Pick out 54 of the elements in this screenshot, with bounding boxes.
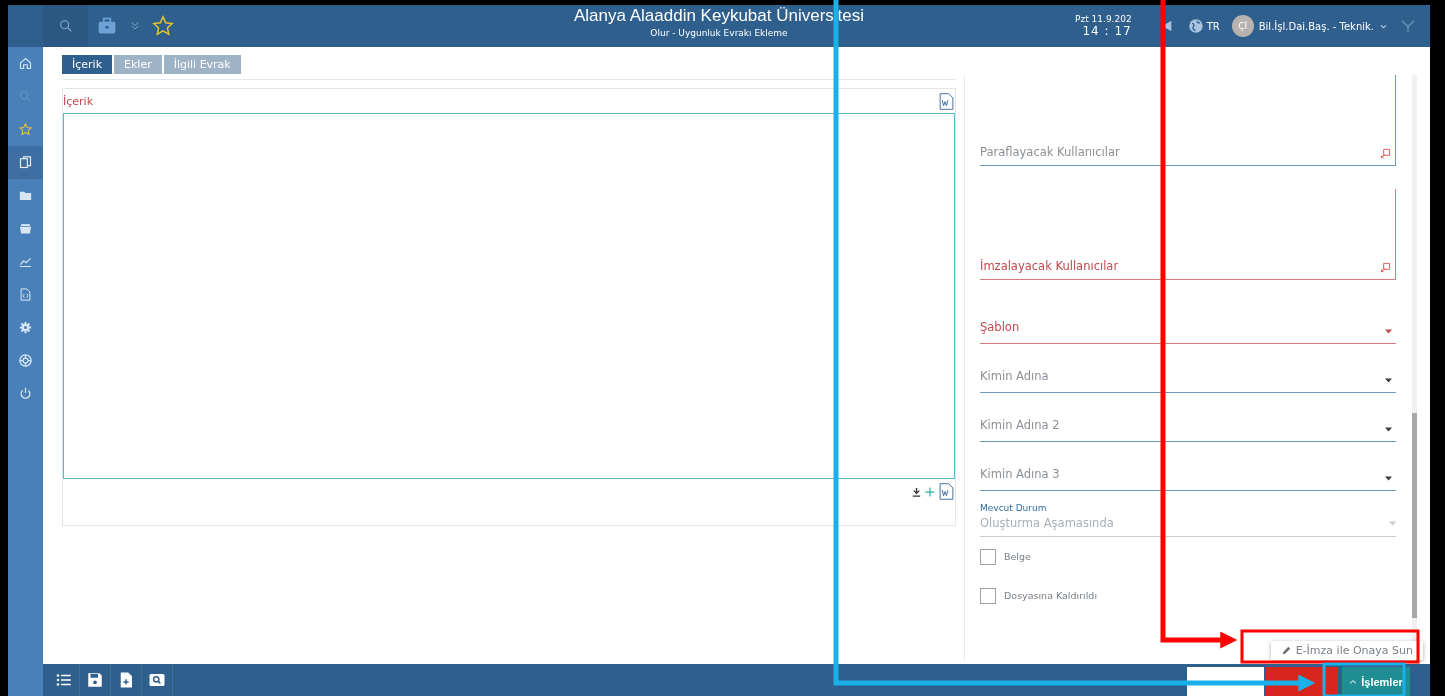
settings-icon[interactable] [18,320,33,335]
dropdown-caret-icon[interactable] [1385,329,1392,334]
star-icon[interactable] [152,15,174,37]
lifebuoy-icon[interactable] [18,353,33,368]
menu-item[interactable]: E-İmza ile Onaya Sun [1270,641,1423,660]
user-list-field[interactable]: Paraflayacak Kullanıcılar [980,75,1396,166]
date-label: Pzt 11.9.202 [1075,14,1132,24]
code-file-icon[interactable] [18,287,33,302]
globe-icon[interactable] [1187,18,1204,34]
user-list-field[interactable]: İmzalayacak Kullanıcılar [980,189,1396,280]
dropdown-field[interactable]: Şablon [980,303,1396,344]
language-label[interactable]: TR [1206,20,1220,32]
word-file-icon[interactable] [938,482,955,501]
word-file-icon[interactable] [938,91,955,111]
home-icon[interactable] [18,56,33,71]
checkbox[interactable] [980,587,996,604]
dropdown-caret-icon[interactable] [1385,378,1392,383]
documents-icon[interactable] [18,155,33,170]
dropdown-field[interactable]: Kimin Adına 3 [980,450,1396,491]
checkbox-label: Belge [1004,551,1031,562]
preview-icon[interactable] [148,671,166,689]
tab[interactable]: İçerik [62,55,112,74]
user-avatar[interactable]: Çİ [1231,15,1254,37]
dropdown-caret-icon[interactable] [1385,476,1392,481]
dropdown-field[interactable]: Kimin Adına [980,352,1396,393]
status-field: Oluşturma Aşamasında [980,516,1396,530]
power-icon[interactable] [18,386,33,401]
filter-icon[interactable] [1400,18,1416,34]
field-label: Mevcut Durum [980,503,1048,513]
download-icon[interactable] [911,485,922,498]
inbox-icon[interactable] [18,221,33,236]
dropdown-field[interactable]: Kimin Adına 2 [980,401,1396,442]
search-icon[interactable] [57,18,74,34]
chevron-up-icon[interactable] [1349,677,1358,686]
briefcase-icon[interactable] [96,16,118,36]
star-icon[interactable] [18,122,33,137]
popup-icon[interactable] [1380,148,1391,159]
user-role[interactable]: Bil.İşl.Dai.Baş. - Teknik. [1258,20,1374,32]
checkbox-label: Dosyasına Kaldırıldı [1004,590,1098,601]
save-icon[interactable] [86,671,104,689]
scrollbar-thumb[interactable] [1412,413,1417,618]
checkbox[interactable] [980,548,996,565]
popup-icon[interactable] [1380,262,1391,273]
clock-label: 14 : 17 [1082,24,1132,38]
sidebar-item[interactable] [8,146,43,179]
dropdown-caret-icon[interactable] [1385,427,1392,432]
pencil-icon[interactable] [1280,645,1292,656]
tab[interactable]: Ekler [114,55,162,74]
actions-button[interactable]: İşlemler [1342,667,1410,696]
page-subtitle: Olur - Uygunluk Evrakı Ekleme [650,28,788,38]
app-title: Alanya Alaaddin Keykubat Üniversitesi [573,6,865,26]
section-label: İçerik [63,94,93,108]
list-icon[interactable] [55,671,73,689]
tab[interactable]: İlgili Evrak [163,55,241,74]
